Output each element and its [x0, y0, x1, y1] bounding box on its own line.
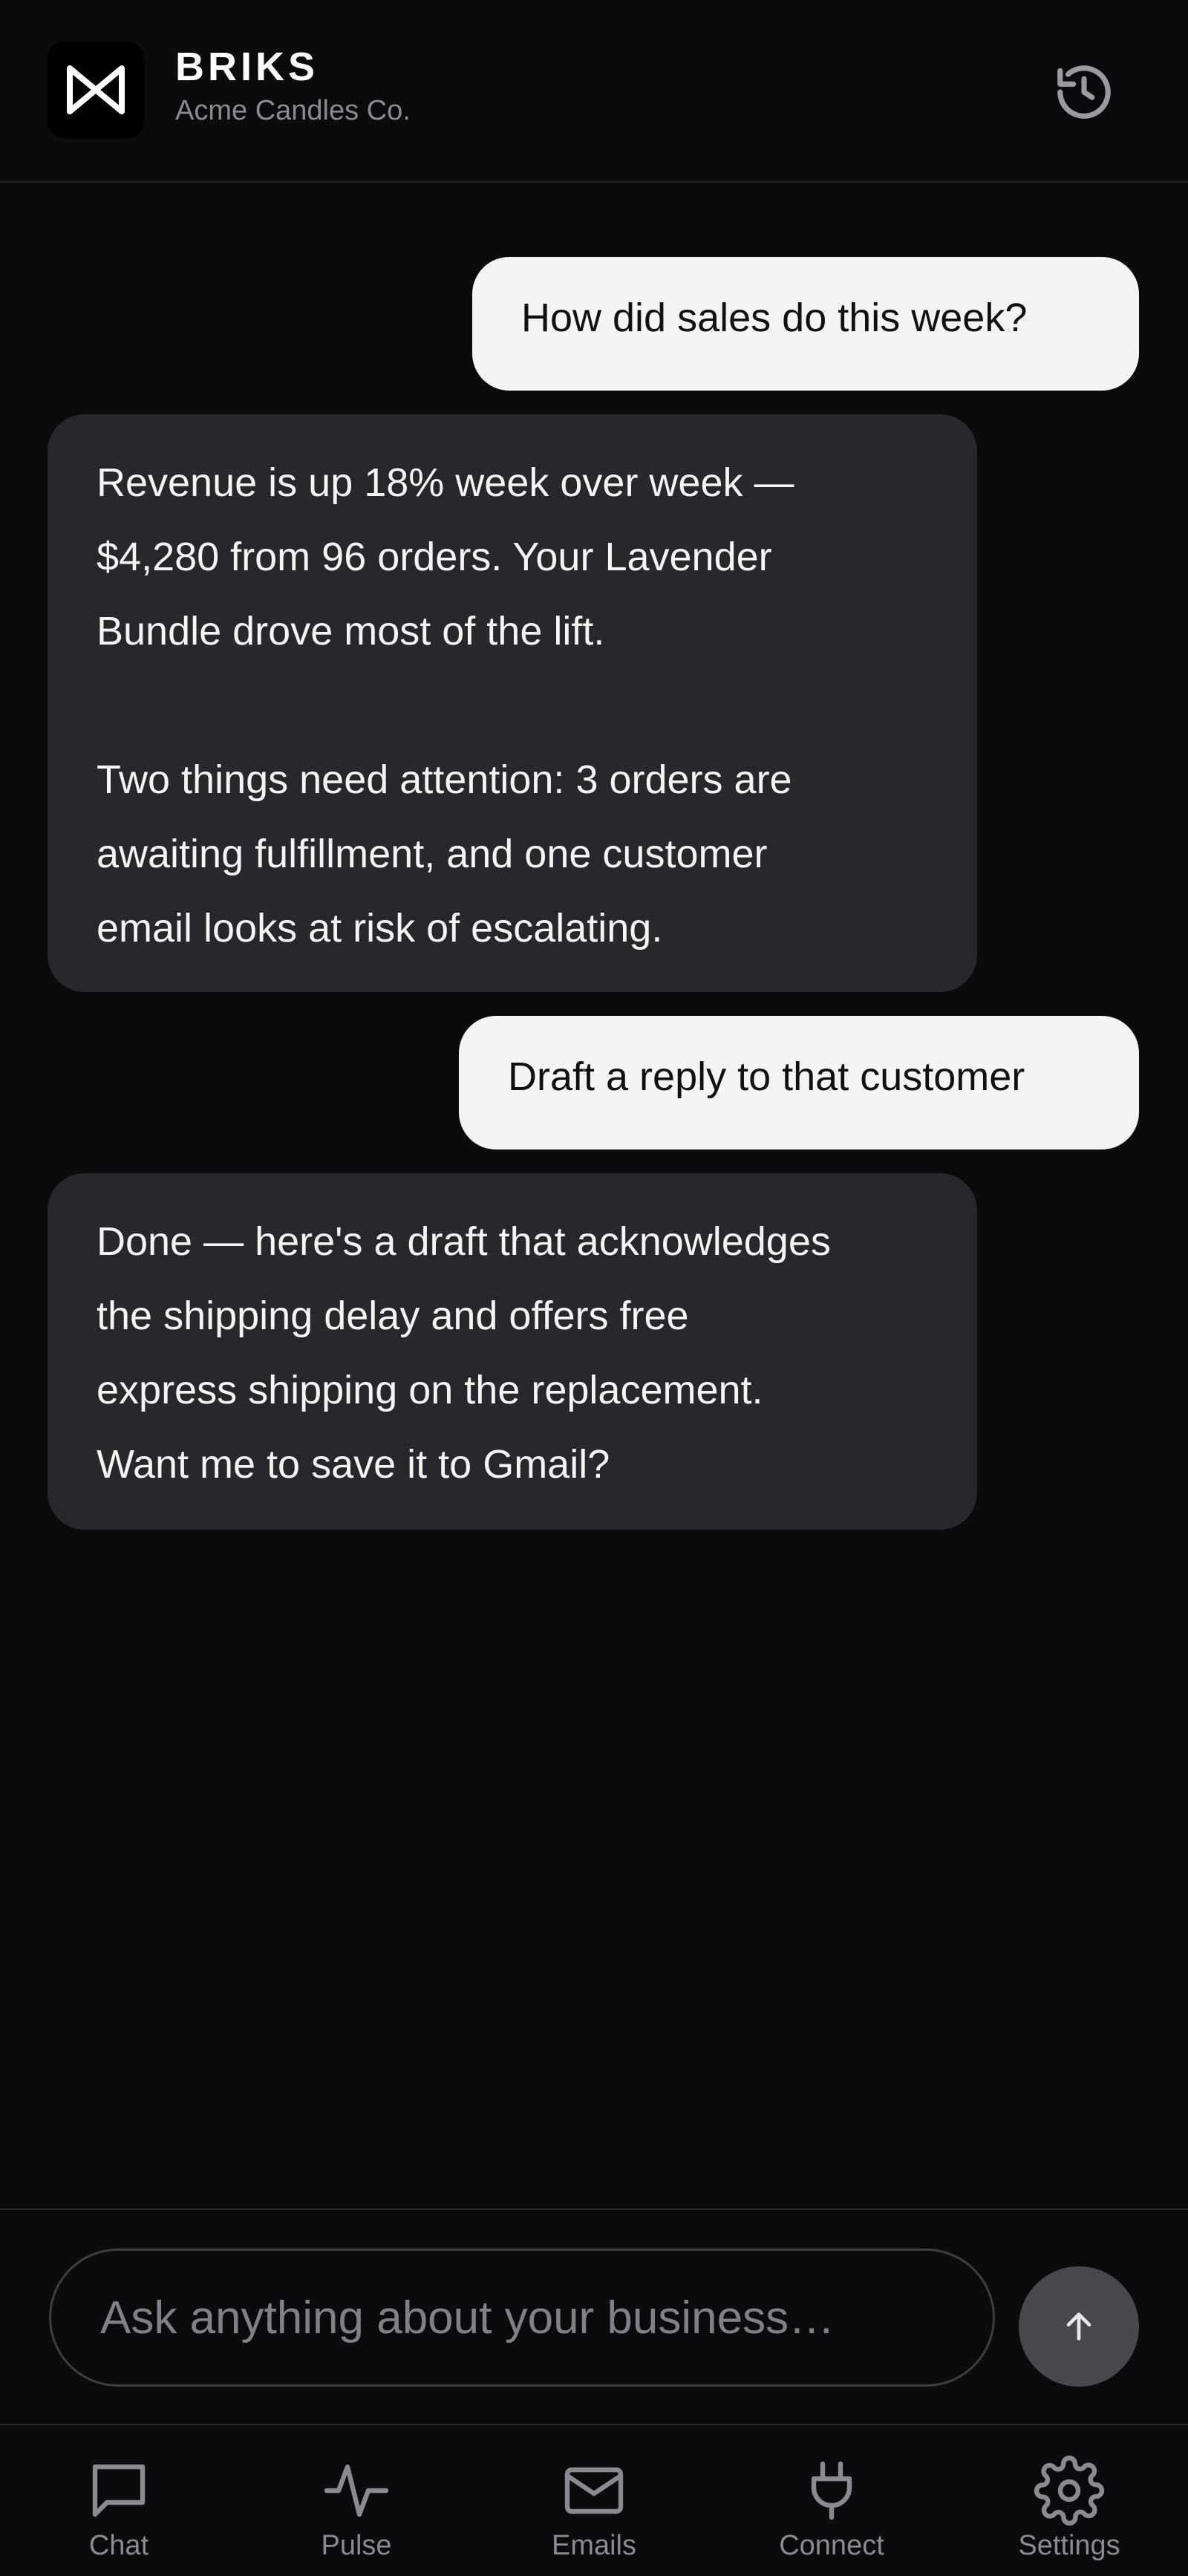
- tab-label: Connect: [779, 2530, 884, 2561]
- message-input[interactable]: [51, 2251, 993, 2384]
- user-message: Draft a reply to that customer: [459, 1016, 1139, 1150]
- tab-label: Emails: [551, 2530, 637, 2561]
- gear-icon: [1034, 2455, 1105, 2526]
- app: BRIKS Acme Candles Co. How did sales do …: [0, 0, 1188, 2576]
- brand-name: BRIKS: [175, 45, 319, 89]
- message-input-wrapper: [49, 2249, 995, 2387]
- company-name: Acme Candles Co.: [175, 95, 411, 126]
- assistant-message: Done — here's a draft that acknowledges …: [48, 1173, 977, 1530]
- plug-icon: [811, 2461, 852, 2520]
- app-header: BRIKS Acme Candles Co.: [0, 0, 1188, 183]
- tab-label: Settings: [1018, 2530, 1120, 2561]
- tab-pulse[interactable]: Pulse: [267, 2455, 446, 2566]
- history-icon: [1057, 65, 1111, 119]
- arrow-up-icon: [1066, 2312, 1091, 2341]
- history-button[interactable]: [1045, 53, 1123, 131]
- tab-connect[interactable]: Connect: [742, 2455, 921, 2566]
- tab-settings[interactable]: Settings: [980, 2455, 1158, 2566]
- tab-chat[interactable]: Chat: [30, 2455, 208, 2566]
- mail-icon: [564, 2467, 624, 2514]
- user-message: How did sales do this week?: [472, 257, 1139, 391]
- pulse-icon: [324, 2464, 389, 2517]
- brand: BRIKS Acme Candles Co.: [175, 43, 411, 129]
- send-button[interactable]: [1019, 2266, 1139, 2387]
- tab-emails[interactable]: Emails: [505, 2455, 683, 2566]
- composer: [0, 2208, 1188, 2424]
- tab-label: Chat: [88, 2530, 149, 2561]
- chat-icon: [92, 2464, 146, 2517]
- assistant-message: Revenue is up 18% week over week — $4,28…: [48, 414, 977, 992]
- tab-bar: Chat Pulse Emails Connect Settings: [0, 2424, 1188, 2576]
- tab-label: Pulse: [321, 2530, 392, 2561]
- briks-logo-icon: [48, 42, 144, 138]
